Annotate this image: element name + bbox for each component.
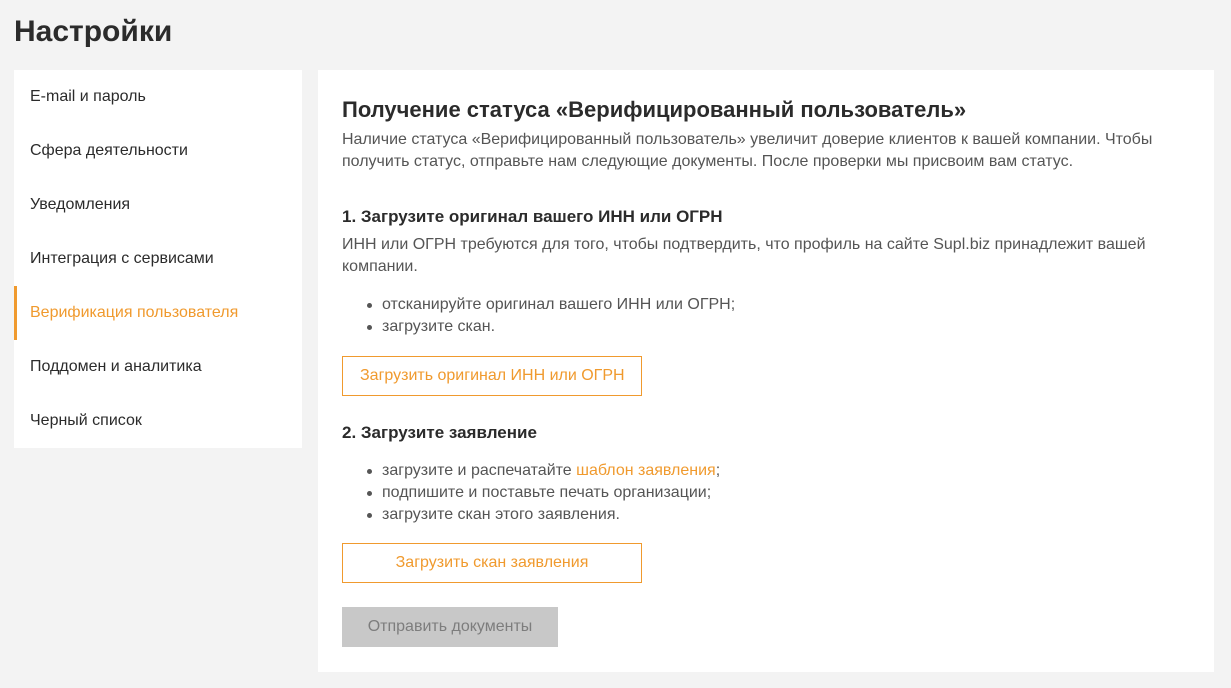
list-item-with-template-link: загрузите и распечатайте шаблон заявлени… (342, 460, 1190, 482)
application-template-link[interactable]: шаблон заявления (576, 462, 716, 479)
sidebar-item-activity-sphere[interactable]: Сфера деятельности (14, 124, 302, 178)
sidebar-item-user-verification[interactable]: Верификация пользователя (14, 286, 302, 340)
list-item: отсканируйте оригинал вашего ИНН или ОГР… (342, 294, 1190, 316)
upload-application-scan-button[interactable]: Загрузить скан заявления (342, 543, 642, 583)
sidebar-item-notifications[interactable]: Уведомления (14, 178, 302, 232)
list-item: подпишите и поставьте печать организации… (342, 482, 1190, 504)
submit-documents-button[interactable]: Отправить документы (342, 607, 558, 647)
verification-panel: Получение статуса «Верифицированный поль… (318, 70, 1214, 672)
step2-bullet-list: загрузите и распечатайте шаблон заявлени… (342, 460, 1190, 526)
page-title: Настройки (14, 15, 173, 48)
step1-bullet-list: отсканируйте оригинал вашего ИНН или ОГР… (342, 294, 1190, 338)
upload-inn-ogrn-button[interactable]: Загрузить оригинал ИНН или ОГРН (342, 356, 642, 396)
list-item: загрузите скан этого заявления. (342, 504, 1190, 526)
sidebar-item-subdomain-analytics[interactable]: Поддомен и аналитика (14, 340, 302, 394)
sidebar-item-blacklist[interactable]: Черный список (14, 394, 302, 448)
step2-title: 2. Загрузите заявление (342, 423, 537, 442)
settings-sidebar: E-mail и пароль Сфера деятельности Уведо… (14, 70, 302, 448)
verification-title: Получение статуса «Верифицированный поль… (342, 97, 967, 122)
sidebar-item-email-password[interactable]: E-mail и пароль (14, 70, 302, 124)
sidebar-item-integrations[interactable]: Интеграция с сервисами (14, 232, 302, 286)
bullet-text-suffix: ; (715, 462, 721, 479)
bullet-text: загрузите и распечатайте (382, 462, 577, 479)
verification-intro: Наличие статуса «Верифицированный пользо… (342, 131, 1153, 170)
step1-title: 1. Загрузите оригинал вашего ИНН или ОГР… (342, 207, 723, 226)
list-item: загрузите скан. (342, 316, 1190, 338)
step1-description: ИНН или ОГРН требуются для того, чтобы п… (342, 236, 1146, 275)
